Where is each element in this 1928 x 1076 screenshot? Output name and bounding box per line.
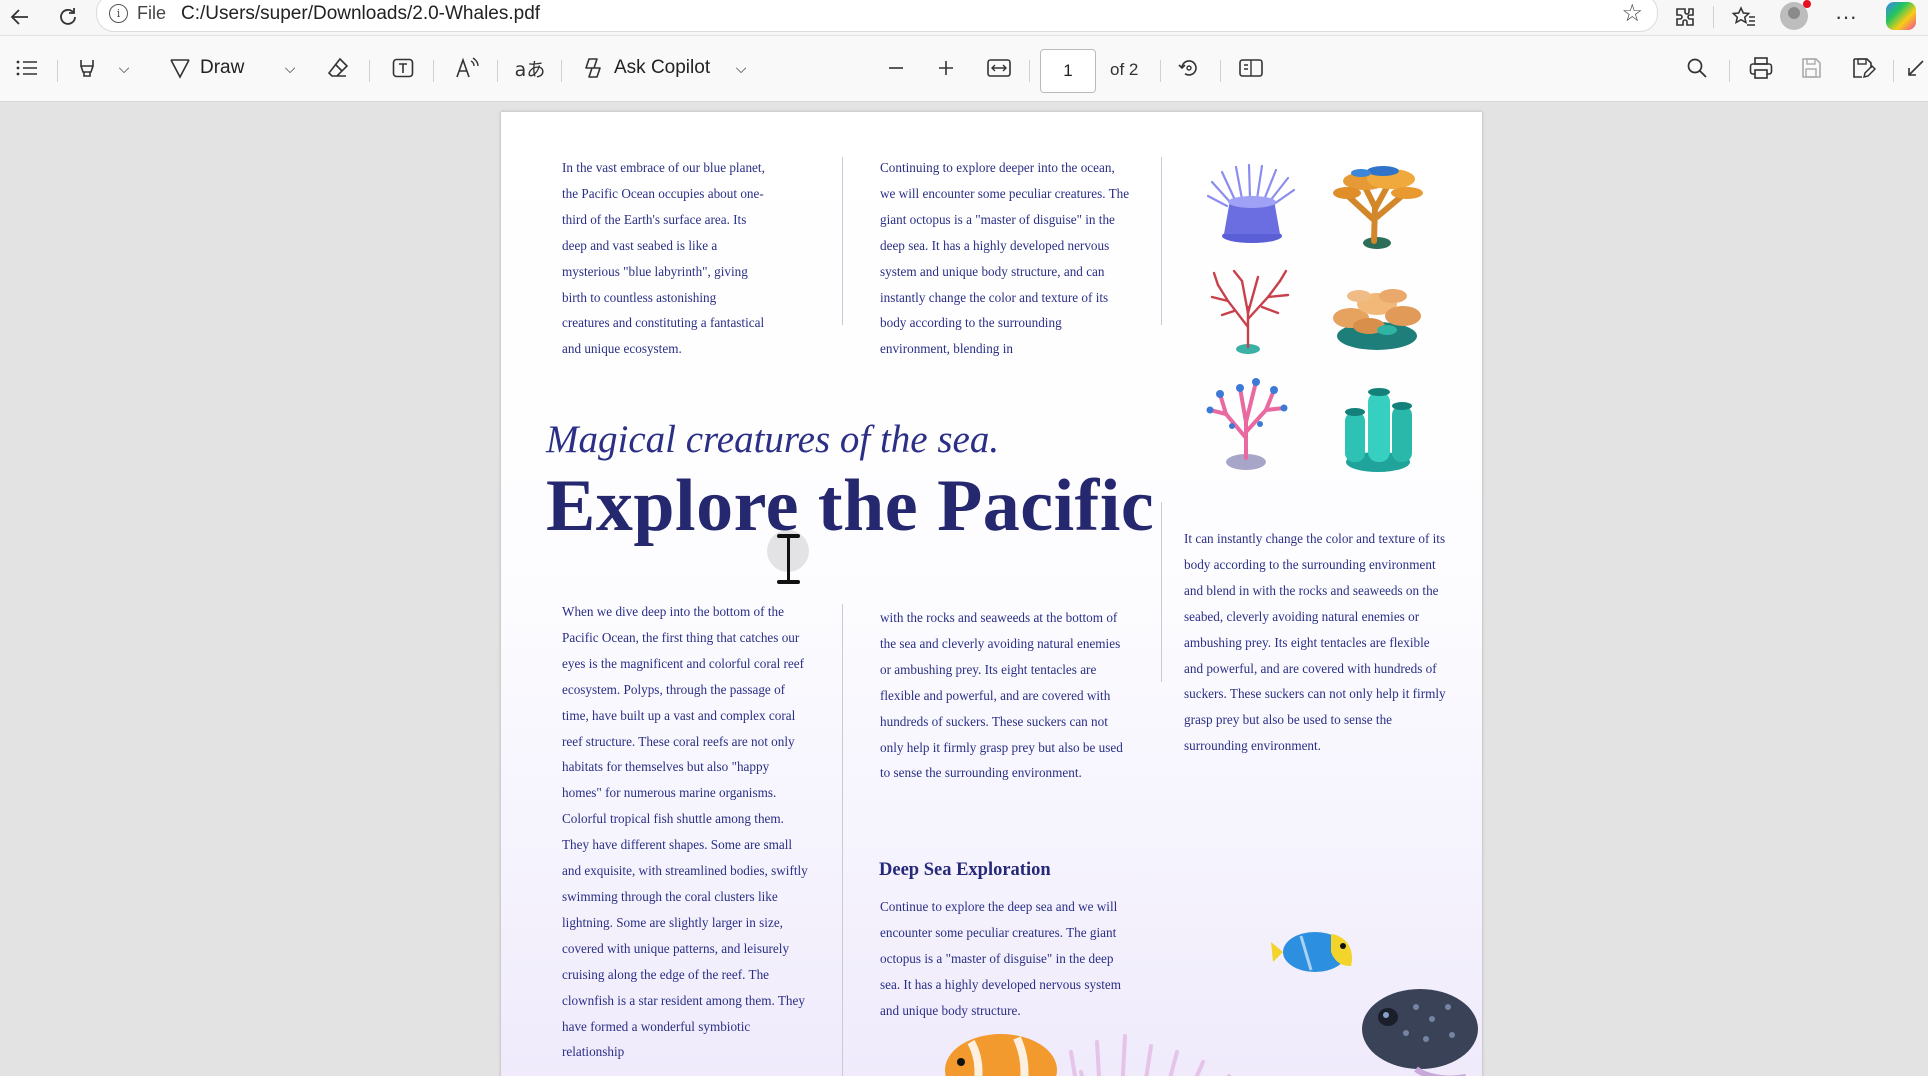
highlight-dropdown-chevron-icon[interactable]: ⌵ xyxy=(112,50,136,86)
url-text[interactable]: C:/Users/super/Downloads/2.0-Whales.pdf xyxy=(181,3,540,25)
intro-column-2: Continuing to explore deeper into the oc… xyxy=(880,160,1130,357)
divider xyxy=(561,60,562,82)
fit-to-width-icon[interactable] xyxy=(982,50,1016,86)
column-divider xyxy=(1161,157,1162,325)
red-branch-coral-image xyxy=(1210,269,1290,354)
divider xyxy=(369,60,370,82)
section-text: Continue to explore the deep sea and we … xyxy=(880,899,1121,1018)
zoom-in-icon[interactable] xyxy=(930,50,962,86)
divider xyxy=(1160,60,1161,82)
section-heading: Deep Sea Exploration xyxy=(879,860,1051,880)
teal-tube-coral-image xyxy=(1345,388,1412,472)
divider xyxy=(1893,60,1894,82)
ask-copilot-button[interactable]: Ask Copilot xyxy=(580,50,730,86)
highlight-icon[interactable] xyxy=(72,50,102,86)
draw-pen-icon xyxy=(170,59,190,79)
divider xyxy=(1220,60,1221,82)
rotate-icon[interactable] xyxy=(1172,50,1206,86)
copilot-logo-icon[interactable] xyxy=(1886,2,1916,30)
orange-fish-image xyxy=(945,1034,1057,1076)
notification-dot xyxy=(1803,0,1811,8)
yellow-tang-fish-image xyxy=(1271,932,1353,972)
divider xyxy=(497,60,498,82)
pdf-page: In the vast embrace of our blue planet, … xyxy=(501,112,1482,1076)
table-of-contents-icon[interactable] xyxy=(10,50,44,86)
copilot-dropdown-chevron-icon[interactable]: ⌵ xyxy=(729,50,753,86)
back-arrow-icon[interactable] xyxy=(0,0,40,33)
divider xyxy=(1713,6,1714,28)
add-text-icon[interactable] xyxy=(386,50,420,86)
read-aloud-icon[interactable] xyxy=(450,50,484,86)
page-view-icon[interactable] xyxy=(1234,50,1268,86)
column-divider xyxy=(1161,502,1162,682)
divider xyxy=(57,60,58,82)
purple-anemone-image xyxy=(1206,163,1296,243)
translate-icon[interactable]: aあ xyxy=(512,50,548,86)
divider xyxy=(433,60,434,82)
draw-button[interactable]: Draw xyxy=(168,50,288,86)
refresh-icon[interactable] xyxy=(48,0,88,33)
page-number-input[interactable]: 1 xyxy=(1040,49,1096,93)
erase-icon[interactable] xyxy=(322,50,354,86)
print-icon[interactable] xyxy=(1744,50,1778,86)
page-subtitle: Magical creatures of the sea. xyxy=(546,418,1000,461)
extensions-icon[interactable] xyxy=(1665,0,1705,33)
pink-anemone-image xyxy=(1069,1034,1231,1076)
mushroom-coral-image xyxy=(1333,289,1421,350)
address-bar[interactable]: i File C:/Users/super/Downloads/2.0-Whal… xyxy=(96,0,1658,32)
text-cursor-beam xyxy=(787,536,790,582)
ask-copilot-label: Ask Copilot xyxy=(614,57,711,78)
site-info-icon[interactable]: i xyxy=(109,4,128,23)
pink-blue-coral-image xyxy=(1206,378,1288,470)
favorites-icon[interactable] xyxy=(1724,0,1764,33)
right-column-text: It can instantly change the color and te… xyxy=(1184,531,1446,754)
browser-address-bar: i File C:/Users/super/Downloads/2.0-Whal… xyxy=(0,0,1928,36)
save-icon[interactable] xyxy=(1794,50,1828,86)
draw-label: Draw xyxy=(200,57,245,78)
pufferfish-image xyxy=(1362,989,1478,1076)
column-divider xyxy=(842,157,843,325)
pdf-toolbar: ⌵ Draw ⌵ aあ Ask Copilot ⌵ 1 of 2 xyxy=(0,36,1928,102)
divider xyxy=(1029,60,1030,82)
zoom-out-icon[interactable] xyxy=(880,50,912,86)
text-cursor-base xyxy=(777,580,800,584)
more-options-icon[interactable]: ··· xyxy=(1826,0,1866,33)
save-as-icon[interactable] xyxy=(1846,50,1880,86)
search-icon[interactable] xyxy=(1680,50,1714,86)
body-column-2: with the rocks and seaweeds at the botto… xyxy=(880,610,1123,781)
orange-tree-coral-image xyxy=(1333,166,1423,249)
body-column-1: When we dive deep into the bottom of the… xyxy=(562,604,808,1060)
favorite-star-icon[interactable]: ☆ xyxy=(1621,0,1643,28)
page-total-label: of 2 xyxy=(1110,60,1139,79)
intro-column-1: In the vast embrace of our blue planet, … xyxy=(562,160,765,357)
file-scheme-label: File xyxy=(137,3,167,23)
copilot-icon xyxy=(585,58,601,78)
pdf-viewport[interactable]: In the vast embrace of our blue planet, … xyxy=(0,102,1928,1076)
page-headline: Explore the Pacific xyxy=(546,465,1155,547)
draw-dropdown-chevron-icon[interactable]: ⌵ xyxy=(278,50,302,86)
expand-icon[interactable] xyxy=(1904,50,1928,86)
divider xyxy=(1729,60,1730,82)
column-divider xyxy=(842,604,843,1076)
